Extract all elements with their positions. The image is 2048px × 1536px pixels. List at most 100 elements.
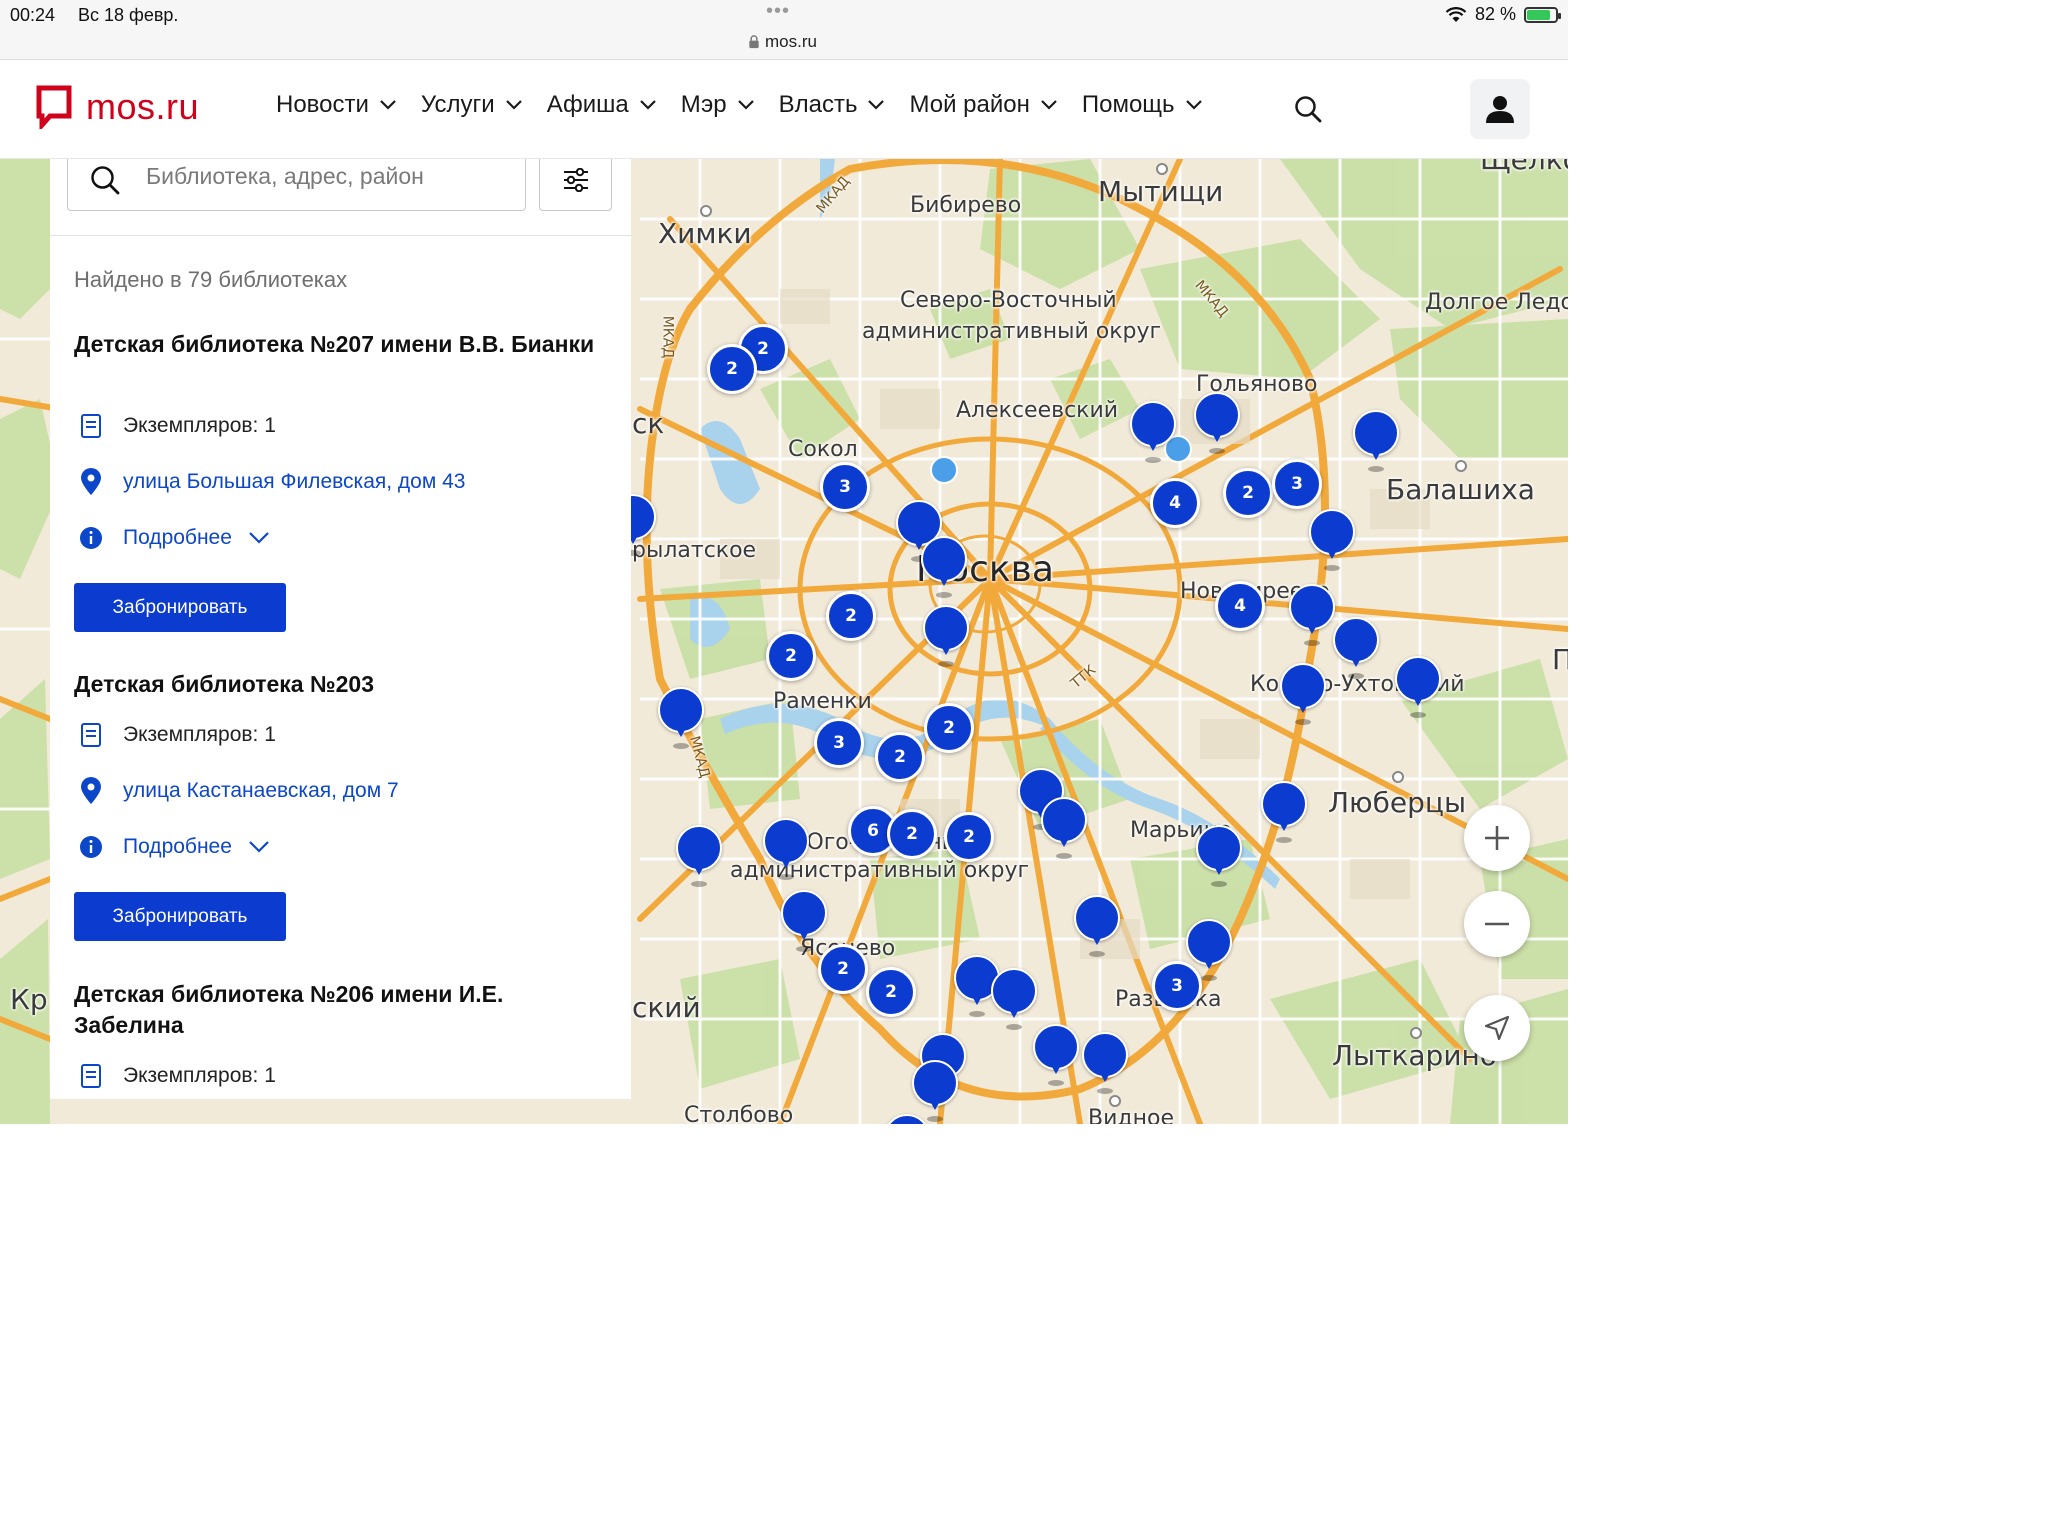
library-pin[interactable]: [1289, 584, 1335, 648]
location-pin-icon: [81, 468, 101, 495]
library-cluster[interactable]: 2: [766, 631, 816, 681]
map-label-sokol: Сокол: [788, 437, 858, 462]
map-label-khimki: Химки: [658, 217, 752, 250]
library-title[interactable]: Детская библиотека №207 имени В.В. Бианк…: [74, 329, 614, 360]
chevron-down-icon: [737, 100, 754, 110]
library-card: Детская библиотека №207 имени В.В. Бианк…: [74, 329, 614, 639]
wifi-icon: [1445, 6, 1467, 22]
library-cluster[interactable]: 2: [826, 591, 876, 641]
nav-mayor[interactable]: Мэр: [681, 91, 755, 119]
library-pin[interactable]: [884, 1114, 930, 1124]
chevron-down-icon: [380, 100, 396, 110]
map-label-mkad: МКАД: [659, 315, 676, 359]
address-row[interactable]: улица Кастанаевская, дом 7: [74, 777, 399, 805]
library-title[interactable]: Детская библиотека №203: [74, 669, 614, 700]
library-pin[interactable]: [1130, 401, 1176, 465]
library-pin[interactable]: [1194, 392, 1240, 456]
plus-icon: [1485, 826, 1509, 850]
nav-afisha[interactable]: Афиша: [547, 91, 657, 119]
address-row[interactable]: улица Большая Филевская, дом 43: [74, 468, 465, 496]
address-link[interactable]: улица Большая Филевская, дом 43: [123, 470, 465, 494]
nav-label: Услуги: [420, 91, 495, 118]
logo-text: mos.ru: [86, 86, 200, 127]
search-icon[interactable]: [1294, 95, 1322, 123]
nav-help[interactable]: Помощь: [1082, 91, 1203, 119]
library-pin[interactable]: [921, 536, 967, 600]
library-cluster[interactable]: 4: [1150, 478, 1200, 528]
nav-label: Мэр: [680, 91, 727, 118]
library-pin[interactable]: [1196, 825, 1242, 889]
chevron-down-icon: [249, 532, 269, 544]
details-label[interactable]: Подробнее: [123, 526, 232, 550]
library-cluster[interactable]: 4: [1215, 581, 1265, 631]
library-pin[interactable]: [763, 818, 809, 882]
library-cluster[interactable]: 3: [1152, 961, 1202, 1011]
library-cluster[interactable]: 3: [814, 718, 864, 768]
site-header: mos.ru Новости Услуги Афиша Мэр Власть М…: [0, 61, 1568, 159]
more-dots-icon[interactable]: •••: [766, 0, 790, 23]
nav-government[interactable]: Власть: [779, 91, 886, 119]
library-cluster[interactable]: 3: [1272, 459, 1322, 509]
document-icon: [81, 1064, 101, 1088]
book-button[interactable]: Забронировать: [74, 892, 286, 941]
chevron-down-icon: [249, 841, 269, 853]
details-toggle[interactable]: Подробнее: [74, 835, 270, 859]
library-pin[interactable]: [1280, 663, 1326, 727]
details-label[interactable]: Подробнее: [123, 835, 232, 859]
library-cluster[interactable]: 2: [707, 344, 757, 394]
nav-label: Афиша: [546, 91, 629, 118]
library-pin[interactable]: [1033, 1024, 1079, 1088]
library-cluster[interactable]: 2: [866, 967, 916, 1017]
geolocation-button[interactable]: [1464, 995, 1530, 1061]
search-icon: [91, 166, 120, 195]
map-label-alekseevsky: Алексеевский: [956, 398, 1119, 423]
library-pin[interactable]: [1395, 656, 1441, 720]
library-title[interactable]: Детская библиотека №206 имени И.Е. Забел…: [74, 979, 614, 1041]
library-cluster[interactable]: 2: [1223, 468, 1273, 518]
library-pin[interactable]: [1082, 1032, 1128, 1096]
user-profile-button[interactable]: [1470, 79, 1530, 139]
library-pin[interactable]: [1074, 895, 1120, 959]
address-link[interactable]: улица Кастанаевская, дом 7: [123, 779, 399, 803]
library-cluster[interactable]: 2: [924, 703, 974, 753]
copies-row: Экземпляров: 1: [74, 413, 276, 439]
book-button[interactable]: Забронировать: [74, 583, 286, 632]
nav-news[interactable]: Новости: [276, 91, 397, 119]
status-time: 00:24: [10, 5, 56, 25]
battery-icon: [1524, 6, 1561, 23]
address-bar[interactable]: mos.ru: [748, 32, 817, 52]
library-pin[interactable]: [1309, 509, 1355, 573]
library-pin[interactable]: [1353, 410, 1399, 474]
map-label-skiy: ский: [632, 991, 701, 1024]
library-cluster[interactable]: 3: [820, 462, 870, 512]
library-pin[interactable]: [781, 890, 827, 954]
status-right-group: 82 %: [1445, 4, 1561, 25]
nav-label: Помощь: [1081, 91, 1175, 118]
address-url: mos.ru: [765, 32, 817, 51]
library-pin[interactable]: [658, 687, 704, 751]
map-label-ramenki: Раменки: [773, 689, 872, 714]
library-pin[interactable]: [1333, 617, 1379, 681]
map-label-svao-line1: Северо-Восточный: [900, 288, 1117, 313]
library-cluster[interactable]: 2: [944, 812, 994, 862]
results-count: Найдено в 79 библиотеках: [74, 267, 348, 292]
zoom-out-button[interactable]: [1464, 891, 1530, 957]
nav-my-district[interactable]: Мой район: [909, 91, 1057, 119]
details-toggle[interactable]: Подробнее: [74, 526, 270, 550]
library-pin[interactable]: [923, 605, 969, 669]
library-card: Детская библиотека №206 имени И.Е. Забел…: [74, 979, 614, 1099]
library-cluster[interactable]: 2: [818, 944, 868, 994]
library-pin[interactable]: [1261, 781, 1307, 845]
zoom-in-button[interactable]: [1464, 805, 1530, 871]
info-icon: [80, 836, 102, 858]
search-box: [67, 159, 526, 211]
library-pin[interactable]: [676, 825, 722, 889]
library-cluster[interactable]: 2: [887, 809, 937, 859]
filter-button[interactable]: [539, 159, 612, 211]
library-pin[interactable]: [1041, 797, 1087, 861]
nav-services[interactable]: Услуги: [421, 91, 523, 119]
mos-logo[interactable]: mos.ru: [36, 85, 199, 129]
library-search-input[interactable]: [146, 159, 516, 194]
library-pin[interactable]: [991, 968, 1037, 1032]
library-cluster[interactable]: 2: [875, 732, 925, 782]
